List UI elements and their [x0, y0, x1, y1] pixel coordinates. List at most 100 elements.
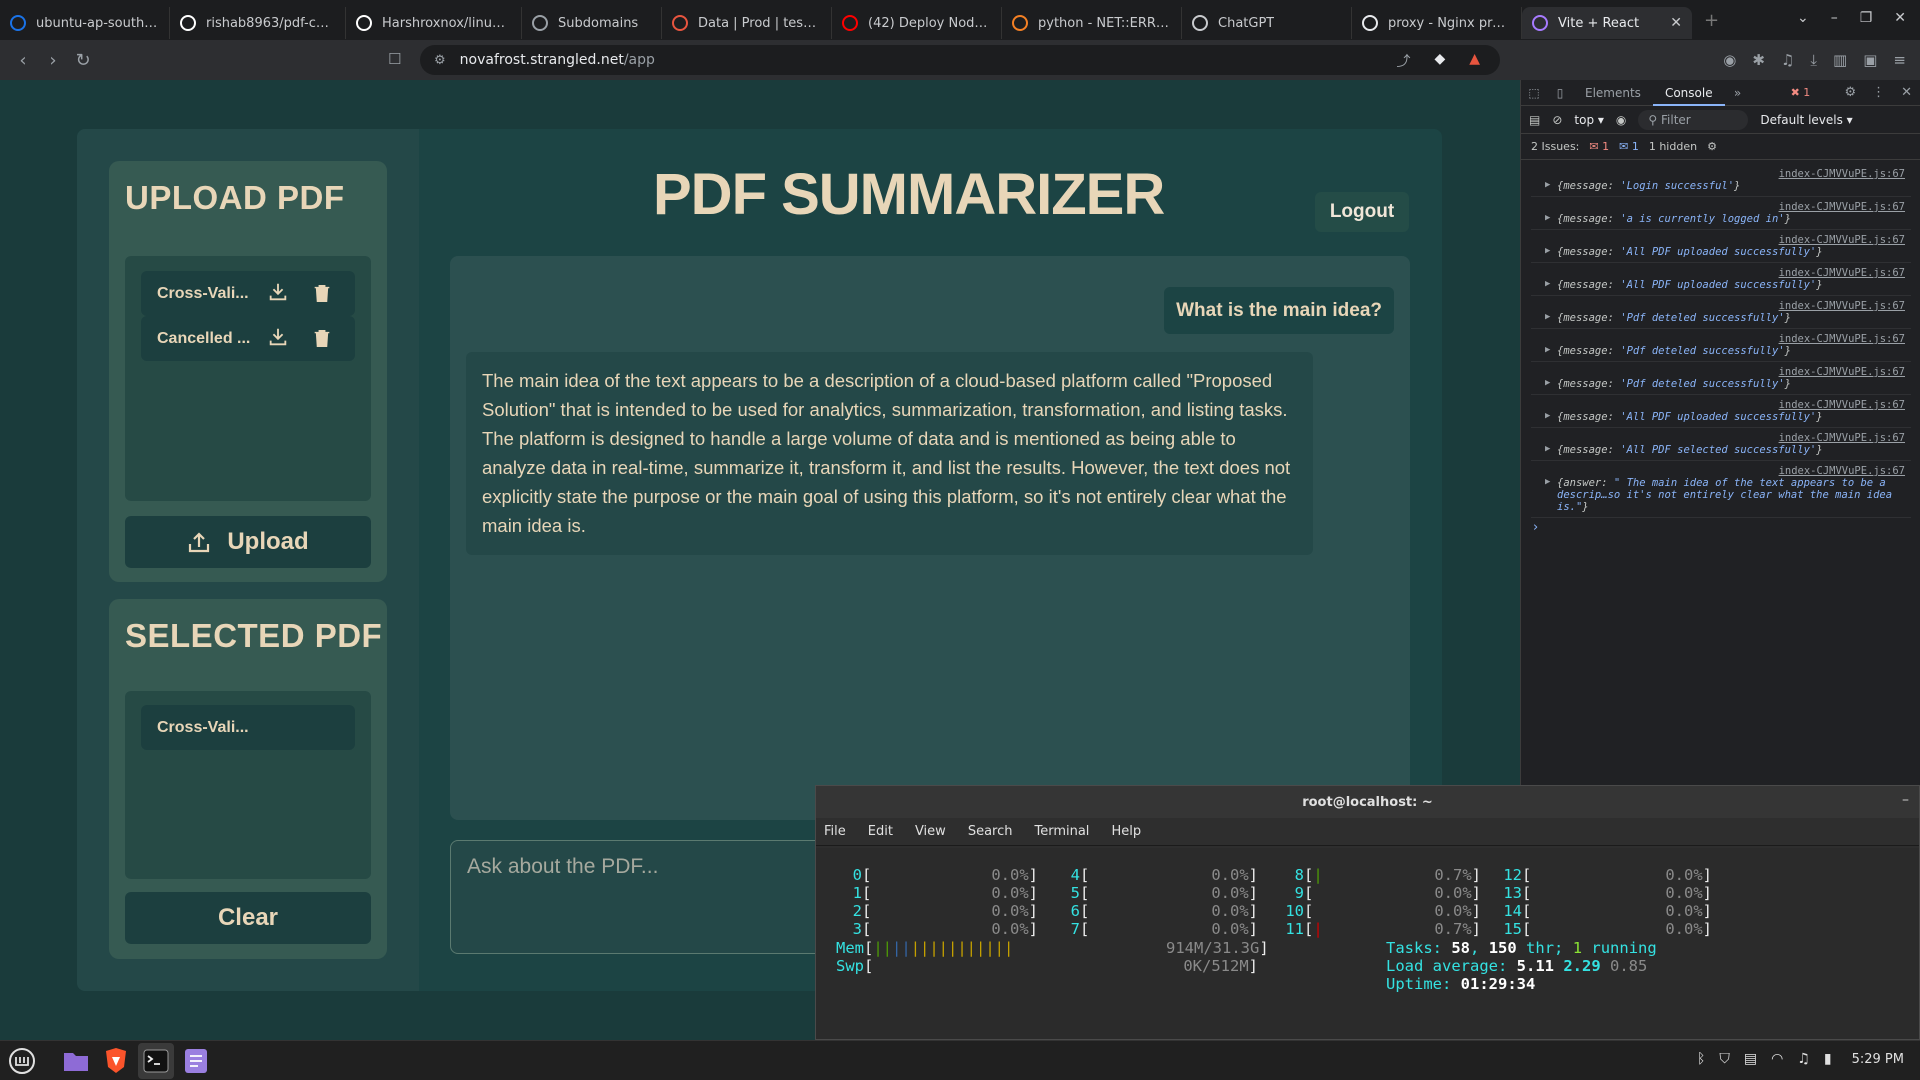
menu-view[interactable]: View — [915, 824, 946, 839]
console-log-entry[interactable]: index-CJMVVuPE.js:67 ▶ {message: 'Pdf dete… — [1531, 362, 1911, 395]
console-log-entry[interactable]: index-CJMVVuPE.js:67 ▶ {message: 'All PDF … — [1531, 428, 1911, 461]
console-prompt[interactable]: › — [1533, 520, 1920, 535]
console-log-entry[interactable]: index-CJMVVuPE.js:67 ▶ {message: 'a is cur… — [1531, 197, 1911, 230]
media-player-icon[interactable]: ♫ — [1797, 1051, 1810, 1067]
taskbar-files[interactable] — [58, 1043, 94, 1079]
browser-tab[interactable]: ubuntu-ap-south - Ar — [0, 7, 170, 39]
trash-icon[interactable] — [311, 327, 333, 349]
tab-search-icon[interactable]: ⌄ — [1797, 10, 1809, 26]
console-log-entry[interactable]: index-CJMVVuPE.js:67 ▶ {message: 'All PDF … — [1531, 395, 1911, 428]
expand-triangle-icon[interactable]: ▶ — [1545, 279, 1550, 289]
menu-help[interactable]: Help — [1111, 824, 1141, 839]
new-tab-button[interactable]: + — [1704, 10, 1719, 31]
wallet-icon[interactable]: ▣ — [1863, 51, 1877, 69]
expand-triangle-icon[interactable]: ▶ — [1545, 213, 1550, 223]
console-log-entry[interactable]: index-CJMVVuPE.js:67 ▶ {message: 'Pdf dete… — [1531, 296, 1911, 329]
menu-file[interactable]: File — [824, 824, 846, 839]
devtools-settings-icon[interactable]: ⚙ — [1844, 85, 1856, 100]
console-source-link[interactable]: index-CJMVVuPE.js:67 — [1531, 329, 1911, 345]
taskbar-terminal[interactable] — [138, 1042, 174, 1079]
console-log-entry[interactable]: index-CJMVVuPE.js:67 ▶ {message: 'Login su… — [1531, 164, 1911, 197]
expand-triangle-icon[interactable]: ▶ — [1545, 180, 1550, 190]
incognito-icon[interactable]: ◉ — [1723, 51, 1736, 69]
devtools-menu-icon[interactable]: ⋮ — [1872, 85, 1885, 100]
browser-tab[interactable]: (42) Deploy Node.js a — [832, 7, 1002, 39]
inspect-icon[interactable]: ⬚ — [1521, 86, 1547, 100]
clear-console-icon[interactable]: ⊘ — [1552, 113, 1562, 127]
console-filter-input[interactable]: ⚲ Filter — [1638, 109, 1749, 130]
browser-tab[interactable]: Vite + React ✕ — [1522, 7, 1692, 39]
console-source-link[interactable]: index-CJMVVuPE.js:67 — [1531, 428, 1911, 444]
console-log-entry[interactable]: index-CJMVVuPE.js:67 ▶ {message: 'All PDF … — [1531, 230, 1911, 263]
console-source-link[interactable]: index-CJMVVuPE.js:67 — [1531, 395, 1911, 411]
expand-triangle-icon[interactable]: ▶ — [1545, 345, 1550, 355]
console-settings-icon[interactable]: ⚙ — [1707, 140, 1717, 153]
back-icon[interactable]: ‹ — [8, 50, 38, 71]
clear-button[interactable]: Clear — [125, 892, 371, 944]
browser-tab[interactable]: Harshroxnox/linux-sc — [346, 7, 522, 39]
trash-icon[interactable] — [311, 282, 333, 304]
terminal-minimize-icon[interactable]: – — [1902, 792, 1909, 808]
download-icon[interactable] — [267, 281, 289, 303]
clock[interactable]: 5:29 PM — [1852, 1052, 1904, 1067]
context-select[interactable]: top ▾ — [1574, 113, 1604, 127]
expand-triangle-icon[interactable]: ▶ — [1545, 312, 1550, 322]
reload-icon[interactable]: ↻ — [68, 50, 98, 71]
console-log-entry[interactable]: index-CJMVVuPE.js:67 ▶ {message: 'All PDF … — [1531, 263, 1911, 296]
browser-tab[interactable]: ChatGPT — [1182, 7, 1352, 39]
console-source-link[interactable]: index-CJMVVuPE.js:67 — [1531, 296, 1911, 312]
live-expression-icon[interactable]: ◉ — [1616, 113, 1626, 127]
menu-icon[interactable]: ≡ — [1893, 51, 1906, 69]
console-sidebar-icon[interactable]: ▤ — [1529, 113, 1540, 127]
browser-tab[interactable]: rishab8963/pdf-conv — [170, 7, 346, 39]
console-source-link[interactable]: index-CJMVVuPE.js:67 — [1531, 263, 1911, 279]
clipboard-icon[interactable]: ▤ — [1744, 1051, 1757, 1067]
tab-elements[interactable]: Elements — [1573, 80, 1653, 106]
browser-tab[interactable]: Data | Prod | test | Co — [662, 7, 832, 39]
console-source-link[interactable]: index-CJMVVuPE.js:67 — [1531, 230, 1911, 246]
upload-button[interactable]: Upload — [125, 516, 371, 568]
taskbar-brave[interactable] — [98, 1043, 134, 1079]
issues-info-badge[interactable]: ✉ 1 — [1619, 140, 1639, 153]
more-tabs-icon[interactable]: » — [1725, 86, 1751, 100]
expand-triangle-icon[interactable]: ▶ — [1545, 378, 1550, 388]
shield-icon[interactable]: ⛉ — [1719, 1051, 1730, 1067]
wifi-icon[interactable]: ◠ — [1771, 1051, 1783, 1067]
sidebar-icon[interactable]: ▥ — [1833, 51, 1847, 69]
browser-tab[interactable]: proxy - Nginx proxy_ — [1352, 7, 1522, 39]
expand-triangle-icon[interactable]: ▶ — [1545, 411, 1550, 421]
issues-error-badge[interactable]: ✉ 1 — [1589, 140, 1609, 153]
expand-triangle-icon[interactable]: ▶ — [1545, 246, 1550, 256]
console-source-link[interactable]: index-CJMVVuPE.js:67 — [1531, 164, 1911, 180]
menu-edit[interactable]: Edit — [868, 824, 893, 839]
devtools-close-icon[interactable]: ✕ — [1901, 85, 1912, 100]
close-window-icon[interactable]: ✕ — [1894, 10, 1906, 26]
brave-rewards-icon[interactable]: ▲ — [1469, 51, 1480, 71]
battery-icon[interactable]: ▮ — [1824, 1051, 1832, 1067]
error-count-badge[interactable]: ✖ 1 — [1791, 86, 1811, 99]
browser-tab[interactable]: Subdomains — [522, 7, 662, 39]
minimize-icon[interactable]: – — [1831, 10, 1838, 26]
maximize-icon[interactable]: ❐ — [1860, 10, 1873, 26]
download-icon[interactable] — [267, 326, 289, 348]
console-source-link[interactable]: index-CJMVVuPE.js:67 — [1531, 362, 1911, 378]
console-log-entry[interactable]: index-CJMVVuPE.js:67 ▶ {message: 'Pdf dete… — [1531, 329, 1911, 362]
site-info-icon[interactable]: ⚙ — [434, 53, 446, 68]
extensions-icon[interactable]: ✱ — [1752, 51, 1765, 69]
browser-tab[interactable]: python - NET::ERR_C — [1002, 7, 1182, 39]
log-levels-select[interactable]: Default levels ▾ — [1760, 113, 1852, 127]
taskbar-text-editor[interactable] — [178, 1043, 214, 1079]
close-tab-icon[interactable]: ✕ — [1670, 15, 1682, 31]
downloads-icon[interactable]: ⤓ — [1810, 51, 1817, 69]
uploaded-file-item[interactable]: Cross-Vali... — [141, 271, 355, 316]
device-toolbar-icon[interactable]: ▯ — [1547, 86, 1573, 100]
expand-triangle-icon[interactable]: ▶ — [1545, 477, 1550, 487]
console-log-entry[interactable]: index-CJMVVuPE.js:67 ▶ {answer: " The main… — [1531, 461, 1911, 518]
tab-console[interactable]: Console — [1652, 80, 1725, 106]
menu-terminal[interactable]: Terminal — [1034, 824, 1089, 839]
url-bar[interactable]: ⚙ novafrost.strangled.net/app ⤴ ◆ ▲ — [420, 45, 1500, 75]
bookmark-icon[interactable]: ☐ — [388, 50, 401, 68]
forward-icon[interactable]: › — [38, 50, 68, 71]
console-source-link[interactable]: index-CJMVVuPE.js:67 — [1531, 197, 1911, 213]
logout-button[interactable]: Logout — [1315, 192, 1409, 232]
